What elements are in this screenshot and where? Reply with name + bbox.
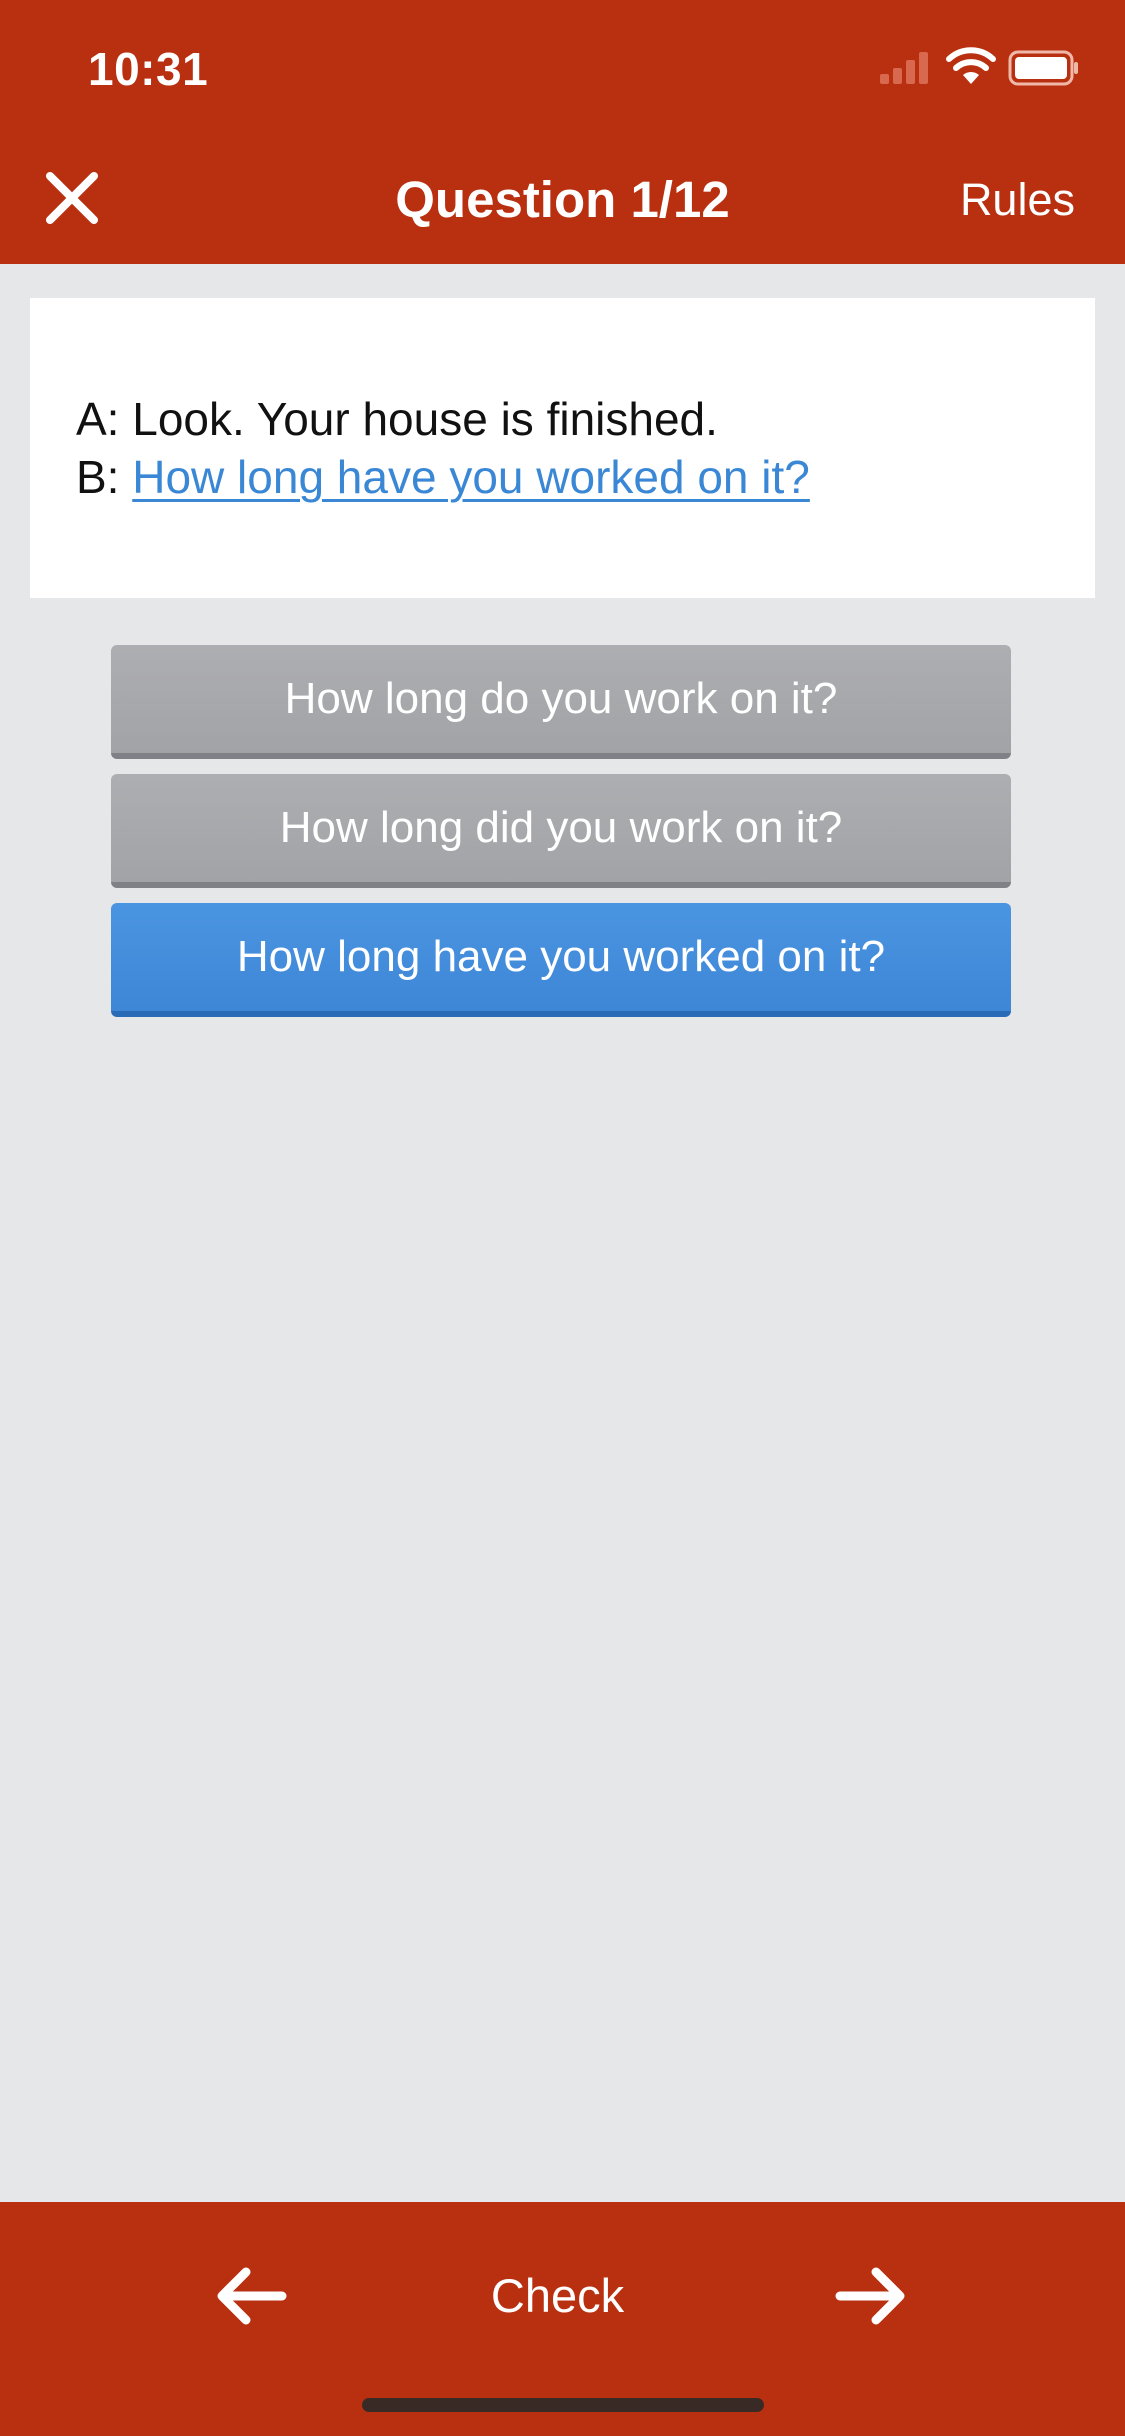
answer-option-1[interactable]: How long do you work on it? <box>111 645 1011 759</box>
check-label: Check <box>490 2269 625 2322</box>
battery-icon <box>1008 50 1078 86</box>
check-button[interactable]: Check <box>0 2268 1115 2323</box>
answer-option-2[interactable]: How long did you work on it? <box>111 774 1011 888</box>
dialogue-a-text: Look. Your house is finished. <box>132 393 718 445</box>
status-time: 10:31 <box>88 43 209 95</box>
answer-option-label: How long do you work on it? <box>284 674 838 723</box>
dialogue-line-a: A: Look. Your house is finished. <box>76 390 1095 448</box>
answer-option-3-selected[interactable]: How long have you worked on it? <box>111 903 1011 1017</box>
cellular-signal-icon <box>880 52 928 84</box>
arrow-right-icon[interactable] <box>834 2264 910 2328</box>
wifi-icon <box>946 47 996 84</box>
home-indicator <box>362 2398 764 2412</box>
question-card: A: Look. Your house is finished. B: How … <box>30 298 1095 598</box>
header-bar: 10:31 Question 1/12 Rules <box>0 0 1125 264</box>
rules-button[interactable]: Rules <box>960 174 1075 226</box>
speaker-a-label: A: <box>76 393 120 445</box>
dialogue-line-b: B: How long have you worked on it? <box>76 448 1095 506</box>
answer-option-label: How long have you worked on it? <box>236 932 886 981</box>
answer-option-label: How long did you work on it? <box>279 803 843 852</box>
filled-answer-blank[interactable]: How long have you worked on it? <box>132 451 810 503</box>
speaker-b-label: B: <box>76 451 120 503</box>
page-title: Question 1/12 <box>395 171 730 228</box>
